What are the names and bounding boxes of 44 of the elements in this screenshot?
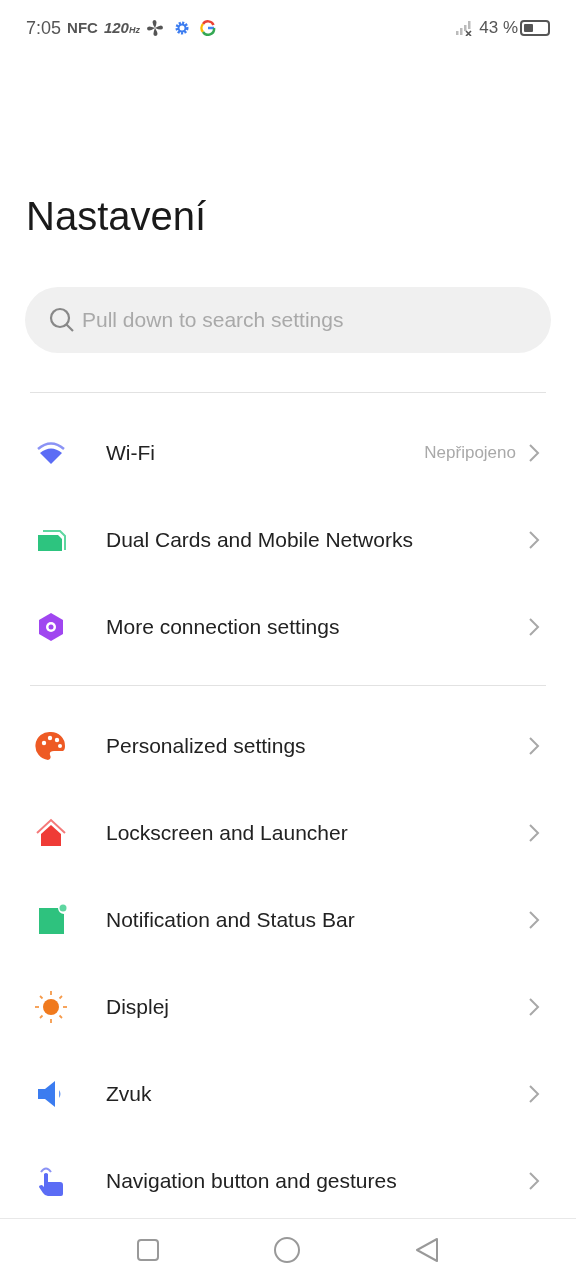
settings-label: Dual Cards and Mobile Networks [106, 526, 414, 553]
settings-item[interactable]: Notification and Status Bar [0, 876, 576, 963]
settings-label: Notification and Status Bar [106, 906, 356, 933]
battery-percent: 43 % [479, 17, 518, 40]
settings-label: Displej [106, 993, 171, 1020]
clock: 7:05 [26, 16, 62, 40]
chevron-right-icon [528, 909, 540, 930]
battery-icon [520, 20, 550, 36]
settings-item[interactable]: Navigation button and gestures [0, 1137, 576, 1218]
chevron-right-icon [528, 442, 540, 463]
chevron-right-icon [528, 616, 540, 637]
settings-item[interactable]: Dual Cards and Mobile Networks [0, 496, 576, 583]
search-icon [49, 307, 75, 333]
settings-label: Wi-Fi [106, 439, 156, 466]
chevron-right-icon [528, 529, 540, 550]
google-logo-icon [199, 20, 216, 36]
settings-item[interactable]: Displej [0, 963, 576, 1050]
settings-item[interactable]: Personalized settings [0, 702, 576, 789]
sun-icon [34, 989, 68, 1024]
settings-item[interactable]: Wi-Fi Nepřipojeno [0, 409, 576, 496]
chevron-right-icon [528, 822, 540, 843]
page-title: Nastavení [26, 193, 208, 240]
chevron-right-icon [528, 735, 540, 756]
refresh-rate: 120Hz [103, 17, 140, 38]
settings-item[interactable]: More connection settings [0, 583, 576, 670]
settings-label: Zvuk [106, 1080, 153, 1107]
nfc-indicator: NFC [67, 17, 98, 38]
chevron-right-icon [528, 1083, 540, 1104]
settings-item[interactable]: Zvuk [0, 1050, 576, 1137]
chevron-right-icon [528, 1170, 540, 1191]
fan-icon [145, 19, 164, 37]
recent-apps-button[interactable] [136, 1237, 161, 1262]
settings-label: Navigation button and gestures [106, 1167, 398, 1194]
gear-icon [173, 20, 190, 36]
no-signal-icon [455, 20, 474, 36]
settings-item[interactable]: Lockscreen and Launcher [0, 789, 576, 876]
settings-label: Lockscreen and Launcher [106, 819, 349, 846]
home-button[interactable] [273, 1235, 301, 1264]
back-button[interactable] [413, 1236, 440, 1263]
status-value: Nepřipojeno [424, 441, 516, 464]
settings-label: More connection settings [106, 613, 341, 640]
settings-label: Personalized settings [106, 732, 307, 759]
search-field[interactable]: Pull down to search settings [25, 287, 551, 353]
chevron-right-icon [528, 996, 540, 1017]
